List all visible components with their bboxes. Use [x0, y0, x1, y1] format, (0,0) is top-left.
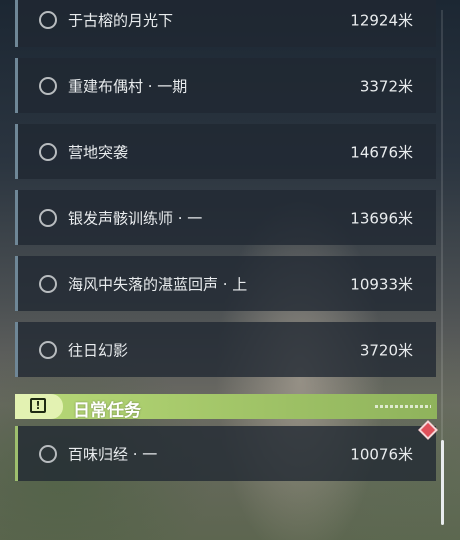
- header-decoration: [375, 405, 431, 408]
- daily-quests-title: 日常任务: [73, 401, 141, 421]
- quest-name: 于古榕的月光下: [68, 11, 174, 29]
- quest-status-circle-icon: [39, 340, 57, 359]
- quest-list: 于古榕的月光下 12924米 重建布偶村 · 一期 3372米 营地突袭 146…: [0, 0, 460, 540]
- quest-name: 重建布偶村 · 一期: [68, 77, 188, 95]
- quest-item[interactable]: 银发声骸训练师 · 一 13696米: [15, 190, 436, 245]
- quest-accent-bar: [15, 426, 18, 481]
- quest-distance: 12924米: [350, 11, 413, 29]
- quest-item[interactable]: 重建布偶村 · 一期 3372米: [15, 58, 436, 113]
- quest-accent-bar: [15, 256, 18, 311]
- quest-distance: 13696米: [350, 209, 413, 227]
- quest-accent-bar: [15, 190, 18, 245]
- quest-status-circle-icon: [39, 208, 57, 227]
- quest-accent-bar: [15, 124, 18, 179]
- quest-distance: 3720米: [359, 341, 413, 359]
- scrollbar-thumb[interactable]: [441, 440, 444, 525]
- quest-name: 海风中失落的湛蓝回声 · 上: [68, 275, 248, 293]
- exclamation-icon: !: [30, 398, 46, 413]
- quest-accent-bar: [15, 0, 18, 47]
- quest-name: 银发声骸训练师 · 一: [68, 209, 203, 227]
- quest-item[interactable]: 营地突袭 14676米: [15, 124, 436, 179]
- quest-item[interactable]: 往日幻影 3720米: [15, 322, 436, 377]
- daily-quests-icon-badge: !: [15, 394, 63, 419]
- quest-accent-bar: [15, 58, 18, 113]
- quest-status-circle-icon: [39, 10, 57, 29]
- quest-distance: 14676米: [350, 143, 413, 161]
- quest-status-circle-icon: [39, 274, 57, 293]
- daily-quest-item[interactable]: 百味归经 · 一 10076米: [15, 426, 436, 481]
- quest-status-circle-icon: [39, 444, 57, 463]
- quest-status-circle-icon: [39, 142, 57, 161]
- quest-name: 往日幻影: [68, 341, 129, 359]
- quest-item[interactable]: 于古榕的月光下 12924米: [15, 0, 436, 47]
- quest-distance: 10933米: [350, 275, 413, 293]
- daily-quests-header[interactable]: ! 日常任务: [15, 394, 437, 421]
- quest-status-circle-icon: [39, 76, 57, 95]
- quest-item[interactable]: 海风中失落的湛蓝回声 · 上 10933米: [15, 256, 436, 311]
- quest-accent-bar: [15, 322, 18, 377]
- quest-name: 营地突袭: [68, 143, 129, 161]
- quest-name: 百味归经 · 一: [68, 445, 158, 463]
- quest-distance: 10076米: [350, 445, 413, 463]
- quest-distance: 3372米: [359, 77, 413, 95]
